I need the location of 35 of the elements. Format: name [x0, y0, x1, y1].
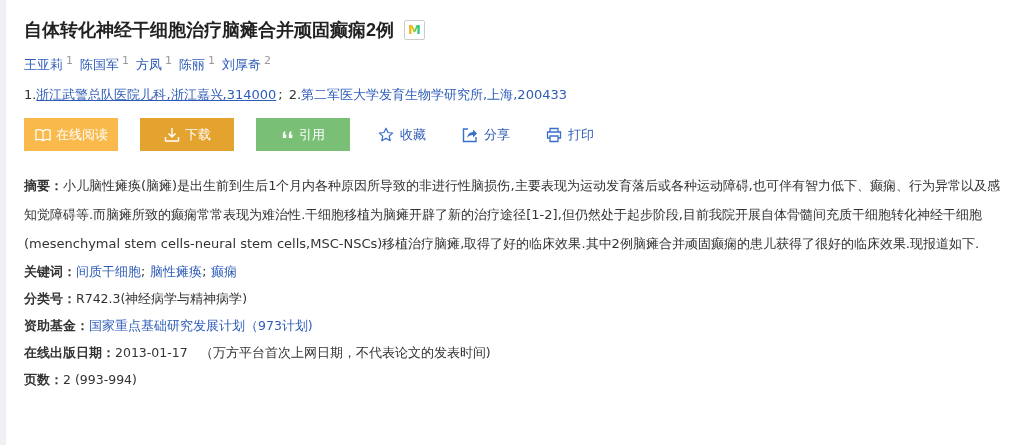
field-label: 分类号：	[24, 290, 76, 309]
share-button[interactable]: 分享	[462, 125, 510, 144]
book-icon	[34, 126, 51, 143]
collect-button[interactable]: 收藏	[378, 125, 426, 144]
field-label: 页数：	[24, 371, 63, 390]
date-value: 2013-01-17	[115, 344, 188, 363]
quote-icon	[281, 130, 294, 140]
field-value: R742.3(神经病学与精神病学)	[76, 290, 248, 309]
field-label: 在线出版日期：	[24, 344, 115, 363]
author-link[interactable]: 陈国军 $^{1}$	[80, 54, 129, 75]
author-link[interactable]: 王亚莉 $^{1}$	[24, 54, 73, 75]
printer-icon	[546, 126, 562, 143]
print-button[interactable]: 打印	[546, 125, 594, 144]
share-icon	[462, 126, 478, 143]
field-value: 2 (993-994)	[63, 371, 137, 390]
separator: ;	[141, 263, 146, 282]
affiliation-link[interactable]: 第二军医大学发育生物学研究所,上海,200433	[301, 86, 567, 105]
keyword-link[interactable]: 癫痫	[211, 258, 238, 286]
author-link[interactable]: 方凤 $^{1}$	[136, 54, 172, 75]
author-link[interactable]: 刘厚奇 $^{2}$	[222, 54, 271, 75]
affiliation-link[interactable]: 浙江武警总队医院儿科,浙江嘉兴,314000	[36, 86, 277, 105]
article-title: 自体转化神经干细胞治疗脑瘫合并顽固癫痫2例	[24, 19, 394, 42]
star-icon	[378, 126, 394, 143]
separator: ;	[202, 263, 207, 282]
date-note: （万方平台首次上网日期，不代表论文的发表时间)	[199, 344, 491, 363]
field-label: 资助基金：	[24, 317, 89, 336]
separator: ;	[278, 87, 283, 103]
affiliation-number: 1.	[24, 87, 37, 103]
field-label: 关键词：	[24, 263, 76, 282]
author-link[interactable]: 陈丽 $^{1}$	[179, 54, 215, 75]
fund-link[interactable]: 国家重点基础研究发展计划（973计划)	[89, 312, 313, 340]
keyword-link[interactable]: 间质干细胞	[76, 258, 141, 286]
affiliation-number: 2.	[288, 87, 302, 103]
download-icon	[163, 126, 180, 143]
abstract-paragraph: 摘要：小儿脑性瘫痪(脑瘫)是出生前到生后1个月内各种原因所导致的非进行性脑损伤,主要表现为运动发育落后或各种运动障碍,也可伴有智力低下、癫痫、行为异常以及感知觉障碍等.而脑瘫所致的癫痫常常表现为难治性.干细胞移植为脑瘫开辟了新的治疗途径[1-2],但仍然处于起步阶段,目前我院开展自体骨髓间充质干细胞转化神经干细胞(mesenchymal stem cells-neural stem cells,MSC-NSCs)移植治疗脑瘫,取得了好的临床效果.其中2例脑瘫合并顽固癫痫的患儿获得了很好的临床效果.现报道如下.	[24, 177, 1001, 254]
